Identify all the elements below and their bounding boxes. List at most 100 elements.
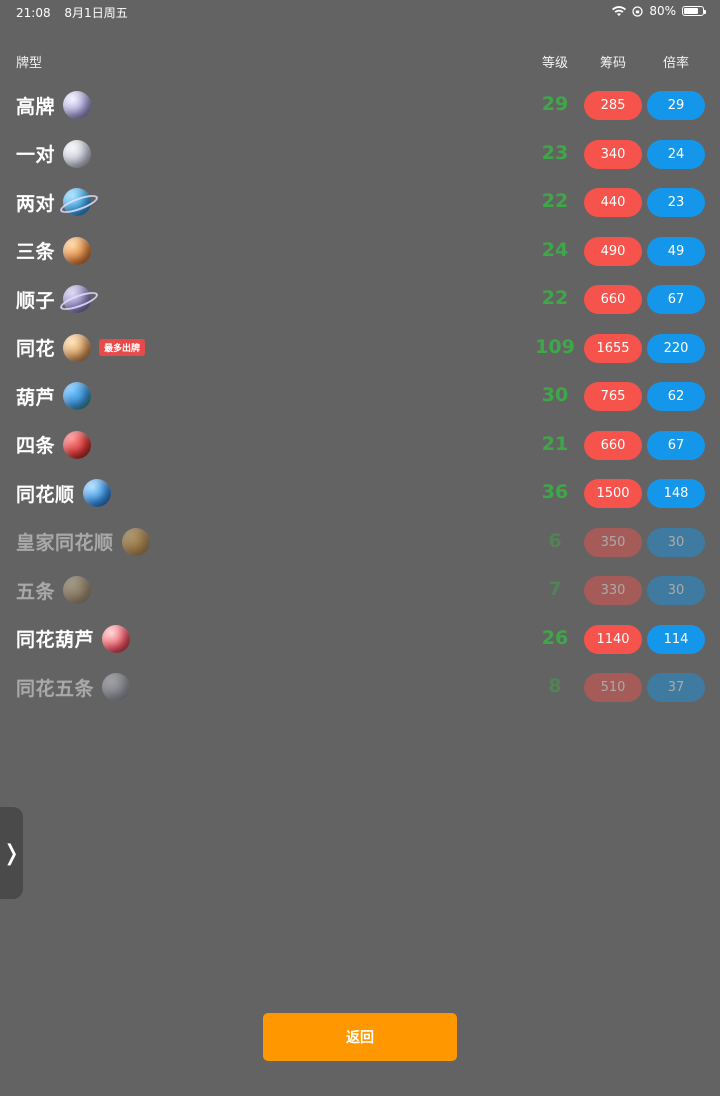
hand-type-name: 三条 (16, 241, 56, 263)
chips-pill: 1140 (584, 624, 642, 654)
hand-type-row: 三条 24 490 49 (0, 227, 720, 276)
back-button[interactable]: 返回 (263, 1013, 457, 1061)
status-left: 21:08 8月1日周五 (16, 4, 138, 21)
planet-icon (63, 430, 92, 459)
hand-level: 36 (541, 481, 569, 503)
hand-type-name-wrap: 四条 (16, 429, 92, 461)
table-header: 牌型 等级 筹码 倍率 (0, 52, 720, 72)
chips-pill: 285 (584, 91, 642, 120)
battery-percent: 80% (649, 4, 676, 18)
planet-icon (63, 236, 92, 265)
hand-level: 21 (541, 432, 569, 455)
mult-pill: 67 (647, 430, 705, 460)
status-date: 8月1日周五 (64, 6, 128, 20)
planet-icon (102, 673, 131, 701)
hand-type-name-wrap: 葫芦 (16, 380, 92, 412)
hand-type-name-wrap: 同花葫芦 (16, 623, 131, 655)
hand-type-name: 同花 (16, 338, 56, 360)
ringed-planet-icon (63, 188, 92, 216)
chips-pill: 340 (584, 139, 642, 169)
chips-pill: 350 (584, 527, 642, 557)
mult-pill: 37 (647, 673, 705, 702)
hand-type-name: 五条 (16, 580, 56, 603)
hand-type-row: 四条 21 660 67 (0, 421, 720, 470)
most-played-badge: 最多出牌 (99, 339, 146, 356)
chips-pill: 765 (584, 382, 642, 411)
hand-type-row: 同花葫芦 26 1140 114 (0, 615, 720, 664)
hand-type-row: 高牌 29 285 29 (0, 81, 720, 130)
mult-pill: 24 (647, 139, 705, 169)
hand-type-name-wrap: 五条 (16, 574, 92, 606)
hand-type-row: 葫芦 30 765 62 (0, 372, 720, 421)
side-panel-toggle[interactable]: ❭ (0, 807, 23, 899)
header-level: 等级 (541, 56, 568, 71)
mult-pill: 220 (647, 333, 705, 363)
hand-type-name-wrap: 高牌 (16, 89, 92, 121)
hand-type-name: 四条 (16, 435, 56, 457)
header-chips: 筹码 (599, 56, 626, 71)
wifi-icon (612, 5, 627, 16)
header-mult: 倍率 (662, 56, 689, 71)
hand-type-name: 皇家同花顺 (16, 532, 114, 554)
planet-icon (63, 333, 92, 362)
hand-type-name: 同花顺 (16, 483, 75, 506)
hand-level: 26 (541, 626, 569, 649)
battery-icon (682, 6, 706, 16)
mult-pill: 23 (647, 188, 705, 217)
hand-type-name: 同花五条 (16, 677, 95, 700)
hand-type-row: 五条 7 330 30 (0, 566, 720, 615)
hand-type-row: 一对 23 340 24 (0, 130, 720, 179)
planet-icon (82, 479, 111, 507)
hand-type-name: 两对 (16, 192, 56, 215)
mult-pill: 30 (647, 527, 705, 557)
mult-pill: 29 (647, 91, 705, 120)
chips-pill: 490 (584, 236, 642, 266)
hand-type-name: 一对 (16, 144, 56, 166)
back-button-label: 返回 (346, 1030, 374, 1046)
hand-type-row: 同花 最多出牌 109 1655 220 (0, 324, 720, 373)
hand-level: 23 (541, 141, 569, 164)
hand-type-row: 同花顺 36 1500 148 (0, 469, 720, 518)
status-time: 21:08 (16, 6, 51, 20)
chips-pill: 660 (584, 285, 642, 314)
chips-pill: 660 (584, 430, 642, 460)
status-bar: 21:08 8月1日周五 80% (0, 0, 720, 24)
hand-type-name-wrap: 同花五条 (16, 671, 131, 703)
hand-type-list: 高牌 29 285 29 一对 23 340 24 两对 22 440 23 三条 24 490 49 顺子 22… (0, 81, 720, 712)
chips-pill: 1655 (584, 333, 642, 363)
hand-type-name-wrap: 同花顺 (16, 477, 111, 509)
hand-type-name-wrap: 顺子 (16, 283, 92, 315)
hand-type-name: 葫芦 (16, 386, 56, 409)
hand-level: 30 (541, 384, 569, 406)
chips-pill: 1500 (584, 479, 642, 508)
status-right: 80% (612, 4, 706, 18)
mult-pill: 67 (647, 285, 705, 314)
hand-type-name-wrap: 皇家同花顺 (16, 526, 150, 558)
earth-icon (63, 382, 92, 410)
planet-icon (63, 139, 92, 168)
chevron-right-icon: ❭ (2, 840, 21, 866)
hand-type-name-wrap: 一对 (16, 138, 92, 170)
planet-icon (63, 576, 92, 604)
mult-pill: 62 (647, 382, 705, 411)
ringed-planet-icon (63, 285, 92, 313)
mult-pill: 114 (647, 624, 705, 654)
hand-type-name-wrap: 同花 最多出牌 (16, 332, 146, 364)
battery-fill (684, 8, 699, 14)
header-hand-type: 牌型 (16, 56, 43, 71)
mult-pill: 148 (647, 479, 705, 508)
hand-type-name-wrap: 三条 (16, 235, 92, 267)
hand-level: 22 (541, 190, 569, 212)
mult-pill: 30 (647, 576, 705, 605)
hand-type-name-wrap: 两对 (16, 186, 92, 218)
hand-level: 22 (541, 287, 569, 309)
chips-pill: 440 (584, 188, 642, 217)
hand-level: 24 (541, 238, 569, 261)
hand-type-name: 顺子 (16, 289, 56, 312)
hand-level: 8 (548, 675, 562, 697)
chips-pill: 330 (584, 576, 642, 605)
planet-icon (63, 91, 92, 119)
hand-type-row: 皇家同花顺 6 350 30 (0, 518, 720, 567)
hand-type-name: 同花葫芦 (16, 629, 95, 651)
hand-level: 109 (535, 335, 575, 358)
